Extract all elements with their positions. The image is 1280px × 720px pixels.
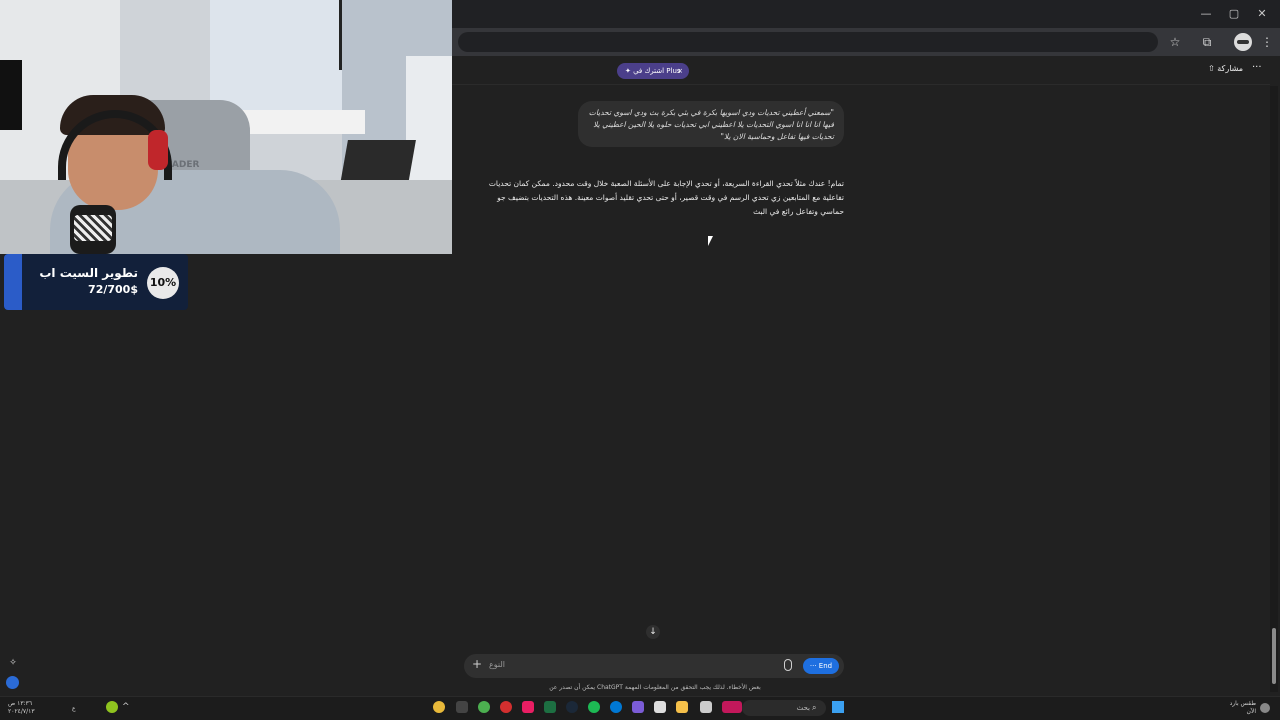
share-label: مشاركة	[1217, 64, 1244, 73]
browser-app-icon[interactable]	[478, 701, 490, 713]
screen: — ▢ ✕ ☆ ⧉ ⋮ ✦ اشترك في Plus × ⇧ مشاركة ·…	[0, 0, 1280, 720]
opera-icon[interactable]	[500, 701, 512, 713]
profile-avatar[interactable]	[1234, 33, 1252, 51]
plus-upgrade-pill[interactable]: ✦ اشترك في Plus ×	[617, 63, 689, 79]
task-view-icon[interactable]	[700, 701, 712, 713]
taskbar-clock-date[interactable]: ٢٠٢٤/٧/١٣	[8, 708, 35, 715]
app-icon[interactable]	[632, 701, 644, 713]
microphone-icon[interactable]	[784, 659, 792, 671]
taskbar-clock-time[interactable]: ١٣:٣٦ ص	[8, 700, 32, 707]
page-scrollbar-track[interactable]	[1270, 86, 1278, 692]
minimize-button[interactable]: —	[1198, 6, 1214, 22]
messenger-icon[interactable]	[522, 701, 534, 713]
store-icon[interactable]	[654, 701, 666, 713]
attach-plus-icon[interactable]: +	[472, 657, 482, 671]
goal-progress: 72/700$	[88, 283, 138, 296]
sparkle-icon[interactable]: ✧	[7, 657, 19, 669]
user-message-bubble: "سمعني أعطيني تحديات ودي اسويها بكرة في …	[578, 101, 844, 147]
composer-input-placeholder[interactable]: النوع	[489, 660, 505, 669]
monitor	[0, 60, 22, 130]
weather-line2[interactable]: الآن	[1222, 708, 1257, 715]
maximize-button[interactable]: ▢	[1226, 6, 1242, 22]
microphone-grill	[74, 215, 112, 241]
disclaimer-text: بعض الأخطاء. لذلك يجب التحقق من المعلوما…	[549, 684, 761, 691]
file-explorer-icon[interactable]	[676, 701, 688, 713]
notepad-icon[interactable]	[456, 701, 468, 713]
message-composer[interactable]: + النوع ··· End	[464, 654, 844, 678]
search-icon: ⌕	[812, 703, 817, 712]
search-label: بحث	[796, 704, 810, 712]
plus-pill-label: اشترك في Plus	[633, 67, 681, 75]
tray-app-icon[interactable]	[106, 701, 118, 713]
sparkle-icon: ✦	[625, 67, 634, 75]
star-icon[interactable]: ☆	[1166, 33, 1184, 51]
goal-title: تطوير السيت اب	[39, 266, 138, 280]
more-options-button[interactable]: ···	[1252, 62, 1262, 73]
steam-icon[interactable]	[566, 701, 578, 713]
assistant-message: تمام! عندك مثلاً تحدي القراءة السريعة، أ…	[488, 179, 844, 216]
address-bar[interactable]	[458, 32, 1158, 52]
tray-chevron-icon[interactable]: ^	[122, 703, 130, 712]
edge-icon[interactable]	[610, 701, 622, 713]
page-scrollbar-thumb[interactable]	[1272, 628, 1276, 684]
kebab-icon[interactable]: ⋮	[1258, 33, 1276, 51]
end-button-label: End	[818, 662, 833, 670]
chrome-icon[interactable]	[433, 701, 445, 713]
user-avatar[interactable]	[6, 676, 19, 689]
end-voice-button[interactable]: ··· End	[803, 658, 839, 674]
goal-percent-badge: 10%	[147, 267, 179, 299]
weather-icon[interactable]	[1260, 703, 1270, 713]
plus-pill-close-icon[interactable]: ×	[677, 63, 683, 79]
close-button[interactable]: ✕	[1254, 6, 1270, 22]
share-icon: ⇧	[1208, 64, 1218, 73]
start-windows-icon[interactable]	[832, 701, 844, 713]
goal-progress-fill	[4, 254, 22, 310]
excel-icon[interactable]	[544, 701, 556, 713]
puzzle-icon[interactable]: ⧉	[1198, 33, 1216, 51]
widgets-icon[interactable]	[722, 701, 742, 713]
waveform-icon: ···	[809, 662, 819, 670]
spotify-icon[interactable]	[588, 701, 600, 713]
mouse-cursor-icon	[708, 236, 716, 246]
webcam-overlay: RADER	[0, 0, 452, 254]
header-divider	[452, 84, 1270, 85]
share-button[interactable]: ⇧ مشاركة	[1208, 64, 1243, 73]
language-indicator[interactable]: ع	[72, 705, 76, 712]
weather-line1[interactable]: طقس بارد	[1222, 700, 1256, 707]
headset-earcup	[148, 130, 168, 170]
scroll-down-button[interactable]: ↓	[646, 625, 660, 639]
